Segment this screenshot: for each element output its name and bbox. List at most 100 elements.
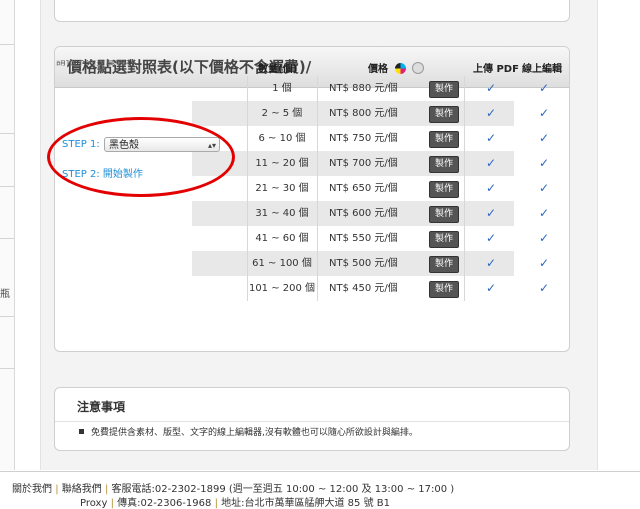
price-cell: NT$ 700 元/個 (329, 158, 398, 169)
footer-about-link[interactable]: 關於我們 (12, 484, 52, 495)
column-divider (464, 151, 465, 176)
table-row: 2 ~ 5 個 NT$ 800 元/個 製作 ✓ ✓ (192, 101, 549, 126)
make-button[interactable]: 製作 (429, 181, 459, 198)
make-button[interactable]: 製作 (429, 281, 459, 298)
table-row: 1 個 NT$ 880 元/個 製作 ✓ ✓ (192, 76, 549, 101)
column-divider (317, 251, 318, 276)
qty-cell: 11 ~ 20 個 (255, 158, 309, 169)
upload-pdf-check-icon: ✓ (485, 81, 497, 95)
footer-separator: | (55, 484, 59, 495)
price-cell: NT$ 750 元/個 (329, 133, 398, 144)
qty-cell: 21 ~ 30 個 (255, 183, 309, 194)
make-button[interactable]: 製作 (429, 81, 459, 98)
grayscale-icon (411, 62, 424, 74)
table-row: 41 ~ 60 個 NT$ 550 元/個 製作 ✓ ✓ (192, 226, 549, 251)
make-button[interactable]: 製作 (429, 106, 459, 123)
footer-separator: | (110, 498, 114, 509)
table-row: 31 ~ 40 個 NT$ 600 元/個 製作 ✓ ✓ (192, 201, 549, 226)
bullet-icon (79, 429, 84, 434)
online-edit-check-icon: ✓ (538, 106, 550, 120)
divider (0, 44, 14, 45)
upload-pdf-check-icon: ✓ (485, 181, 497, 195)
footer-row-1: 關於我們 | 聯絡我們 | 客服電話:02-2302-1899 (週一至週五 1… (12, 480, 454, 495)
table-row: 6 ~ 10 個 NT$ 750 元/個 製作 ✓ ✓ (192, 126, 549, 151)
qty-cell: 101 ~ 200 個 (248, 283, 316, 294)
column-divider (464, 276, 465, 301)
online-edit-check-icon: ✓ (538, 156, 550, 170)
column-divider (464, 101, 465, 126)
price-cell: NT$ 800 元/個 (329, 108, 398, 119)
footer-divider (0, 471, 640, 472)
qty-cell: 2 ~ 5 個 (261, 108, 303, 119)
column-divider (317, 226, 318, 251)
online-edit-check-icon: ✓ (538, 131, 550, 145)
column-divider (464, 176, 465, 201)
divider (0, 238, 14, 239)
make-button[interactable]: 製作 (429, 156, 459, 173)
table-row: 11 ~ 20 個 NT$ 700 元/個 製作 ✓ ✓ (192, 151, 549, 176)
previous-panel (54, 0, 570, 22)
make-button[interactable]: 製作 (429, 256, 459, 273)
footer-address: 地址:台北市萬華區艋舺大道 85 號 B1 (221, 498, 390, 509)
column-divider (317, 126, 318, 151)
red-highlight-ellipse (47, 117, 235, 197)
table-row: 61 ~ 100 個 NT$ 500 元/個 製作 ✓ ✓ (192, 251, 549, 276)
column-divider (464, 251, 465, 276)
qty-column-header: 數量(個) (258, 64, 298, 75)
divider (0, 316, 14, 317)
column-divider (317, 201, 318, 226)
price-column-label: 價格 (368, 64, 388, 75)
price-column-header: 價格 (368, 60, 424, 75)
table-row: 21 ~ 30 個 NT$ 650 元/個 製作 ✓ ✓ (192, 176, 549, 201)
qty-cell: 31 ~ 40 個 (255, 208, 309, 219)
online-edit-check-icon: ✓ (538, 181, 550, 195)
divider (0, 186, 14, 187)
price-cell: NT$ 880 元/個 (329, 83, 398, 94)
online-edit-check-icon: ✓ (538, 231, 550, 245)
upload-pdf-check-icon: ✓ (485, 156, 497, 170)
upload-pdf-check-icon: ✓ (485, 206, 497, 220)
column-divider (317, 101, 318, 126)
footer-separator: | (214, 498, 218, 509)
upload-pdf-check-icon: ✓ (485, 281, 497, 295)
footer-row-2: Proxy | 傳真:02-2306-1968 | 地址:台北市萬華區艋舺大道 … (80, 494, 390, 509)
make-button[interactable]: 製作 (429, 131, 459, 148)
divider (0, 368, 14, 369)
qty-cell: 41 ~ 60 個 (255, 233, 309, 244)
upload-pdf-column-header: 上傳 PDF (473, 64, 519, 75)
make-button[interactable]: 製作 (429, 231, 459, 248)
column-divider (317, 76, 318, 101)
notes-title: 注意事項 (77, 400, 126, 414)
price-table: 1 個 NT$ 880 元/個 製作 ✓ ✓ 2 ~ 5 個 NT$ 800 元… (192, 76, 549, 301)
table-row: 101 ~ 200 個 NT$ 450 元/個 製作 ✓ ✓ (192, 276, 549, 301)
column-divider (317, 151, 318, 176)
divider (0, 133, 14, 134)
qty-cell: 61 ~ 100 個 (252, 258, 312, 269)
column-divider (317, 176, 318, 201)
online-edit-check-icon: ✓ (538, 256, 550, 270)
column-divider (464, 226, 465, 251)
online-edit-check-icon: ✓ (538, 81, 550, 95)
sidebar-clipped-text: 瓶 (0, 289, 10, 300)
online-edit-column-header: 線上編輯 (522, 64, 562, 75)
footer-proxy: Proxy (80, 498, 108, 509)
online-edit-check-icon: ✓ (538, 206, 550, 220)
left-sidebar-strip: 瓶 (0, 0, 15, 470)
price-cell: NT$ 550 元/個 (329, 233, 398, 244)
footer-fax: 傳真:02-2306-1968 (117, 498, 212, 509)
qty-cell: 1 個 (272, 83, 292, 94)
divider (55, 421, 569, 422)
make-button[interactable]: 製作 (429, 206, 459, 223)
online-edit-check-icon: ✓ (538, 281, 550, 295)
upload-pdf-check-icon: ✓ (485, 256, 497, 270)
column-divider (317, 276, 318, 301)
upload-pdf-check-icon: ✓ (485, 131, 497, 145)
upload-pdf-check-icon: ✓ (485, 231, 497, 245)
column-divider (464, 201, 465, 226)
price-cell: NT$ 600 元/個 (329, 208, 398, 219)
column-divider (464, 76, 465, 101)
cmyk-color-icon (395, 63, 407, 74)
qty-cell: 6 ~ 10 個 (258, 133, 306, 144)
price-cell: NT$ 650 元/個 (329, 183, 398, 194)
price-cell: NT$ 500 元/個 (329, 258, 398, 269)
